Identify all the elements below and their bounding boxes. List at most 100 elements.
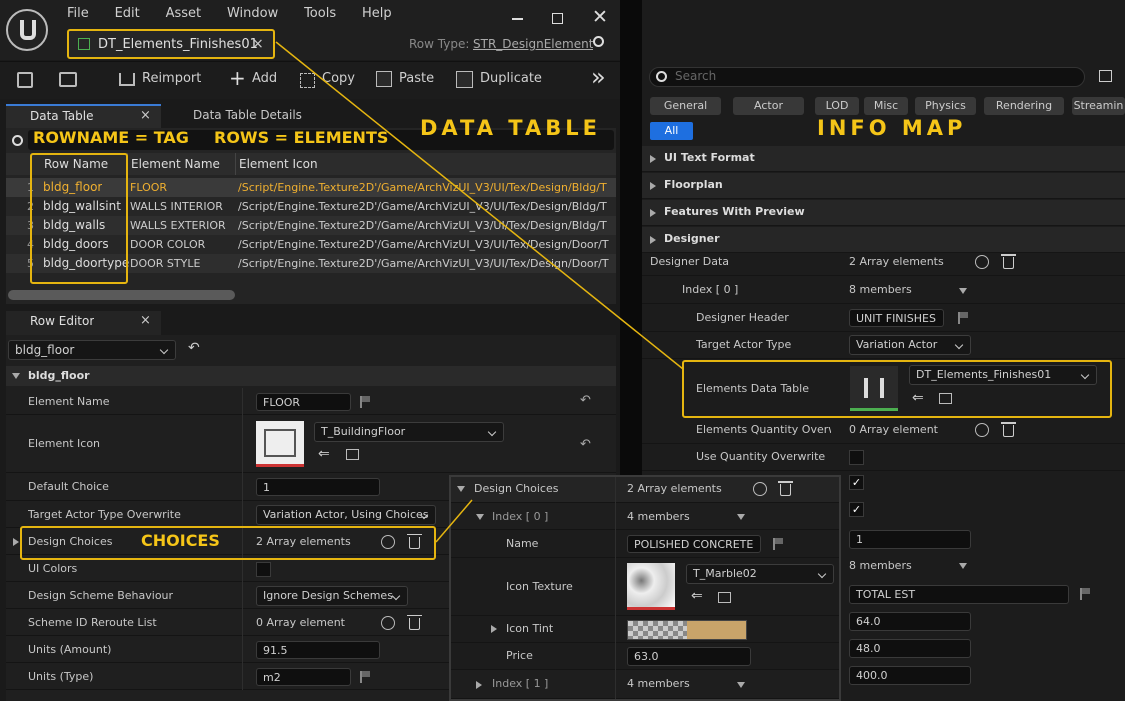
browse-icon[interactable] xyxy=(346,449,359,460)
element-icon-thumbnail[interactable] xyxy=(256,421,304,467)
reset-icon[interactable]: ↶ xyxy=(188,340,200,356)
use-selected-icon[interactable]: ⇐ xyxy=(912,390,924,406)
value-field[interactable]: TOTAL EST xyxy=(849,585,1069,604)
duplicate-button[interactable]: Duplicate xyxy=(480,71,542,86)
filter-all[interactable]: All xyxy=(650,122,693,140)
expand-icon[interactable] xyxy=(491,625,497,633)
value-field[interactable]: 1 xyxy=(849,530,971,549)
column-header-element-name[interactable]: Element Name xyxy=(131,157,220,171)
browse-icon[interactable] xyxy=(718,592,731,603)
close-icon[interactable]: × xyxy=(140,313,151,328)
filter-chip[interactable]: Actor xyxy=(733,97,804,115)
flag-icon[interactable] xyxy=(360,670,370,683)
element-icon-cell[interactable]: /Script/Engine.Texture2D'/Game/ArchVizUI… xyxy=(238,200,614,213)
overflow-chevron-icon[interactable]: » xyxy=(591,63,606,91)
search-icon[interactable] xyxy=(593,36,604,47)
element-name-cell[interactable]: DOOR COLOR xyxy=(130,238,205,251)
target-actor-dropdown[interactable]: Variation Actor xyxy=(849,335,971,355)
add-element-icon[interactable] xyxy=(381,615,395,630)
menu-file[interactable]: File xyxy=(67,6,89,21)
element-name-input[interactable]: FLOOR xyxy=(256,392,351,411)
grid-view-icon[interactable] xyxy=(1099,70,1112,82)
price-input[interactable]: 63.0 xyxy=(627,647,751,666)
maximize-button[interactable] xyxy=(552,13,563,24)
element-icon-dropdown[interactable]: T_BuildingFloor xyxy=(314,422,504,442)
copy-button[interactable]: Copy xyxy=(322,71,355,86)
marble-thumbnail[interactable] xyxy=(627,563,675,610)
default-choice-input[interactable]: 1 xyxy=(256,478,380,496)
minimize-button[interactable] xyxy=(512,18,523,20)
use-selected-icon[interactable]: ⇐ xyxy=(318,446,330,462)
unreal-logo[interactable] xyxy=(6,9,48,51)
icon-tint-swatch[interactable] xyxy=(627,620,747,640)
datatable-thumbnail[interactable] xyxy=(850,366,898,411)
close-icon[interactable]: × xyxy=(140,108,151,123)
units-amount-input[interactable]: 91.5 xyxy=(256,640,380,659)
flag-icon[interactable] xyxy=(958,312,968,324)
scheme-behaviour-dropdown[interactable]: Ignore Design Schemes xyxy=(256,585,408,606)
chevron-down-icon[interactable] xyxy=(959,288,967,294)
trash-icon[interactable] xyxy=(407,614,422,630)
row-selector-dropdown[interactable]: bldg_floor xyxy=(8,340,176,360)
chevron-down-icon[interactable] xyxy=(959,563,967,569)
filter-chip[interactable]: LOD xyxy=(815,97,859,115)
chevron-down-icon[interactable] xyxy=(737,682,745,688)
horizontal-scrollbar[interactable] xyxy=(8,290,235,300)
menu-edit[interactable]: Edit xyxy=(115,6,140,21)
menu-window[interactable]: Window xyxy=(227,6,278,21)
element-icon-cell[interactable]: /Script/Engine.Texture2D'/Game/ArchVizUI… xyxy=(238,181,614,194)
filter-chip[interactable]: Physics xyxy=(915,97,976,115)
expand-icon[interactable] xyxy=(476,681,482,689)
filter-chip[interactable]: Streamin xyxy=(1072,97,1125,115)
close-tab-button[interactable]: × xyxy=(252,36,264,52)
expand-icon[interactable] xyxy=(13,537,19,546)
add-element-icon[interactable] xyxy=(753,482,767,496)
column-header-element-icon[interactable]: Element Icon xyxy=(239,157,318,171)
trash-icon[interactable] xyxy=(1001,254,1016,269)
tab-data-table-details[interactable]: Data Table Details xyxy=(193,108,302,122)
element-icon-cell[interactable]: /Script/Engine.Texture2D'/Game/ArchVizUI… xyxy=(238,257,614,270)
element-icon-cell[interactable]: /Script/Engine.Texture2D'/Game/ArchVizUI… xyxy=(238,238,614,251)
reimport-button[interactable]: Reimport xyxy=(142,71,201,86)
element-name-cell[interactable]: WALLS INTERIOR xyxy=(130,200,223,213)
use-selected-icon[interactable]: ⇐ xyxy=(691,588,703,604)
elements-data-table-dropdown[interactable]: DT_Elements_Finishes01 xyxy=(909,365,1097,385)
browse-icon[interactable] xyxy=(939,393,952,404)
trash-icon[interactable] xyxy=(1001,422,1016,437)
add-element-icon[interactable] xyxy=(975,423,989,437)
element-icon-cell[interactable]: /Script/Engine.Texture2D'/Game/ArchVizUI… xyxy=(238,219,614,232)
search-icon[interactable] xyxy=(12,135,23,146)
save-icon[interactable] xyxy=(17,72,33,88)
tab-row-editor[interactable]: Row Editor × xyxy=(6,311,161,335)
flag-icon[interactable] xyxy=(773,538,783,550)
reset-icon[interactable]: ↶ xyxy=(580,393,591,408)
tab-data-table[interactable]: Data Table × xyxy=(6,104,161,128)
collapse-icon[interactable] xyxy=(476,514,484,520)
menu-help[interactable]: Help xyxy=(362,6,392,21)
collapse-icon[interactable] xyxy=(12,373,20,379)
filter-chip[interactable]: Rendering xyxy=(984,97,1064,115)
icon-texture-dropdown[interactable]: T_Marble02 xyxy=(686,564,834,584)
add-button[interactable]: Add xyxy=(252,71,277,86)
designer-header-input[interactable]: UNIT FINISHES xyxy=(849,309,944,327)
choice-name-input[interactable]: POLISHED CONCRETE xyxy=(627,535,761,553)
browse-icon[interactable] xyxy=(59,72,77,87)
value-field[interactable]: 400.0 xyxy=(849,666,971,685)
add-element-icon[interactable] xyxy=(975,255,989,269)
element-name-cell[interactable]: WALLS EXTERIOR xyxy=(130,219,226,232)
target-override-dropdown[interactable]: Variation Actor, Using Choices xyxy=(256,504,436,525)
enabled-checkbox[interactable]: ✓ xyxy=(849,475,864,490)
paste-button[interactable]: Paste xyxy=(399,71,434,86)
element-name-cell[interactable]: FLOOR xyxy=(130,181,167,194)
menu-tools[interactable]: Tools xyxy=(304,6,336,21)
enabled-checkbox[interactable]: ✓ xyxy=(849,502,864,517)
value-field[interactable]: 48.0 xyxy=(849,639,971,658)
document-tab[interactable]: DT_Elements_Finishes01 × xyxy=(67,29,275,59)
units-type-input[interactable]: m2 xyxy=(256,667,351,686)
reset-icon[interactable]: ↶ xyxy=(580,437,591,452)
filter-chip[interactable]: Misc xyxy=(864,97,908,115)
collapse-icon[interactable] xyxy=(457,486,465,492)
flag-icon[interactable] xyxy=(360,395,370,408)
row-type-value[interactable]: STR_DesignElement xyxy=(473,37,593,51)
element-name-cell[interactable]: DOOR STYLE xyxy=(130,257,200,270)
